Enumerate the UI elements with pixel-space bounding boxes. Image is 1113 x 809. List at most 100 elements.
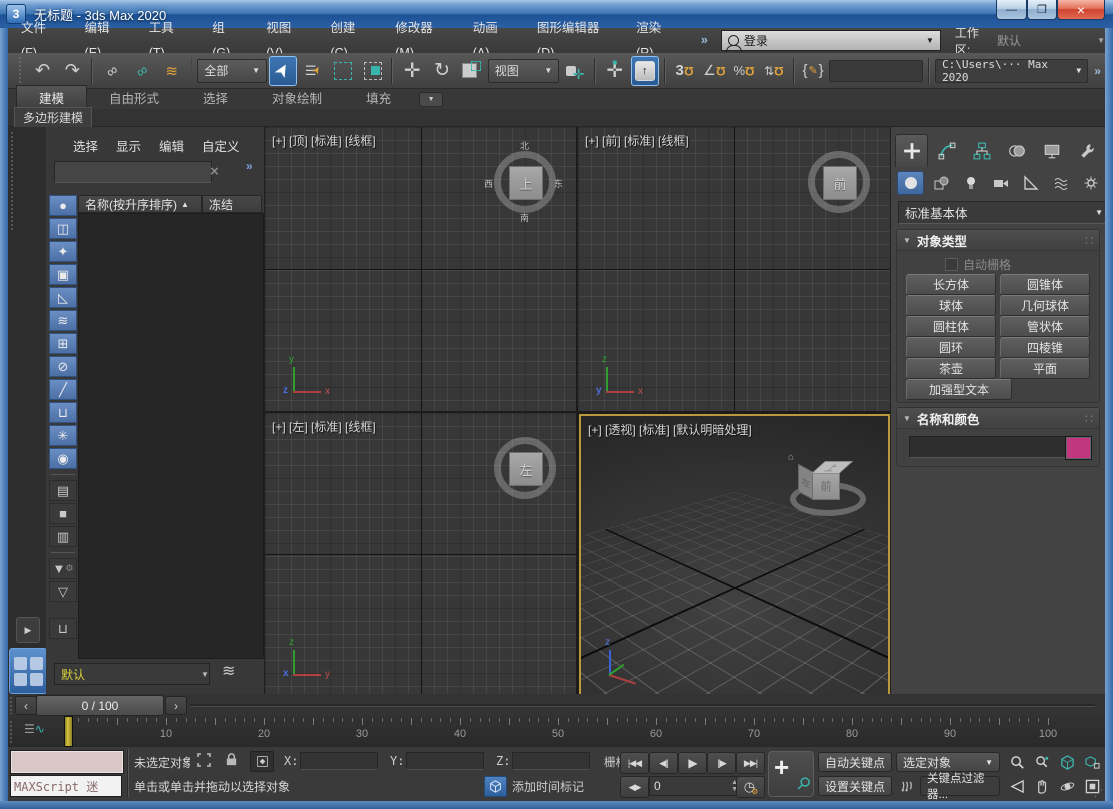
timebar-drag-handle[interactable] [9,696,14,714]
display-bones-icon[interactable]: ╱ [49,379,77,400]
toolbar-drag-handle[interactable] [18,56,23,86]
time-slider-track[interactable] [190,704,1095,707]
select-and-rotate-button[interactable]: ↻ [428,56,456,86]
autogrid-checkbox-row[interactable]: 自动栅格 [945,256,1011,273]
ribbon-tab-populate[interactable]: 填充 [344,86,413,109]
ribbon-tab-modeling[interactable]: 建模 [16,85,87,109]
track-bar[interactable]: ☰∿ 102030405060708090100 [8,716,1105,748]
plane-button[interactable]: 平面 [1000,358,1090,379]
viewport-perspective-active[interactable]: [+] [透视] [标准] [默认明暗处理] ⌂ 左 前 上 z [579,414,890,696]
geometry-icon[interactable] [897,171,924,195]
lights-icon[interactable] [957,171,984,195]
selection-lock-icon[interactable] [224,752,239,767]
viewcube-face[interactable]: 左 [509,452,543,486]
set-keys-button[interactable]: + ⚲ [768,751,814,797]
text-plus-button[interactable]: 加强型文本 [906,379,1012,400]
scene-object-list[interactable] [78,213,264,659]
maxscript-mini-listener[interactable] [10,750,124,774]
go-to-end-button[interactable]: ▶▶| [736,752,765,774]
tab-motion[interactable] [1000,134,1033,167]
tab-display[interactable] [1035,134,1068,167]
add-time-tag[interactable]: 添加时间标记 [484,776,584,797]
x-coordinate-field[interactable] [300,752,378,770]
time-slider-handle[interactable]: 0 / 100 [36,695,164,716]
tab-modify[interactable] [930,134,963,167]
time-slider-marker[interactable] [64,716,73,747]
cylinder-button[interactable]: 圆柱体 [906,316,996,337]
set-key-button[interactable]: 设置关键点 [818,776,892,796]
viewport-front[interactable]: [+] [前] [标准] [线框] 前 z x y [578,127,890,411]
y-coordinate-field[interactable] [406,752,484,770]
zoom-icon[interactable] [1006,752,1029,772]
maxscript-listener-label[interactable]: MAXScript 迷 [10,775,122,797]
sign-in-dropdown[interactable]: 登录 ▼ [721,30,941,51]
reference-coordinate-dropdown[interactable]: 视图▼ [488,59,559,83]
sphere-button[interactable]: 球体 [906,295,996,316]
next-frame-button[interactable]: ||▶ [707,752,736,774]
redo-button[interactable]: ↷ [58,56,86,86]
angle-snap-toggle[interactable]: ∠Ω [700,56,728,86]
name-color-rollout-header[interactable]: ▼ 名称和颜色 ∷ [897,408,1099,429]
tab-hierarchy[interactable] [965,134,998,167]
window-crossing-toggle[interactable] [359,56,387,86]
trackbar-ruler[interactable]: 102030405060708090100 [58,716,1098,747]
layers-icon[interactable]: ≋ [222,661,235,681]
unlink-selection-icon[interactable]: ∞ [122,50,162,91]
undo-button[interactable]: ↶ [29,56,57,86]
tab-utilities[interactable] [1070,134,1103,167]
field-of-view-icon[interactable] [1006,776,1029,796]
bind-to-space-warp-icon[interactable]: ≋ [158,56,186,86]
object-category-dropdown[interactable]: 标准基本体 ▼ [898,201,1110,224]
display-cameras-icon[interactable]: ▣ [49,264,77,285]
explorer-drag-handle[interactable] [10,131,15,231]
tab-create[interactable] [895,134,928,167]
explorer-preset-dropdown[interactable]: 默认 [54,663,210,685]
ribbon-minimize-dropdown[interactable]: ▼ [419,92,443,107]
object-type-rollout-header[interactable]: ▼ 对象类型 ∷ [897,230,1099,251]
maximize-button[interactable]: ❐ [1027,0,1057,20]
display-particles-icon[interactable]: ✳ [49,425,77,446]
object-color-swatch[interactable] [1065,436,1092,460]
tube-button[interactable]: 管状体 [1000,316,1090,337]
z-coordinate-field[interactable] [512,752,590,770]
key-mode-toggle[interactable]: ◀▶ [620,776,649,798]
close-button[interactable]: × [1057,0,1105,20]
preset-dropdown-arrow[interactable]: ▼ [198,663,212,685]
viewport-left[interactable]: [+] [左] [标准] [线框] 左 z y x [265,413,576,694]
viewport-perspective-label[interactable]: [+] [透视] [标准] [默认明暗处理] [588,421,752,438]
trackbar-drag-handle[interactable] [9,720,14,744]
column-header-frozen[interactable]: 冻结 [202,195,262,213]
flat-view-icon[interactable]: ■ [49,503,77,524]
zoom-extents-icon[interactable] [1056,752,1079,772]
display-helpers-icon[interactable]: ◺ [49,287,77,308]
explorer-menu-customize[interactable]: 自定义 [193,136,249,155]
display-space-warps-icon[interactable]: ≋ [49,310,77,331]
absolute-offset-mode-toggle[interactable] [250,751,274,772]
viewport-left-label[interactable]: [+] [左] [标准] [线框] [272,418,376,435]
current-frame-field[interactable]: 0 ▲▼ [649,776,743,796]
auto-key-button[interactable]: 自动关键点 [818,752,892,772]
viewport-top[interactable]: [+] [顶] [标准] [线框] 上 北 东 南 西 y x z [265,127,576,411]
viewport-front-label[interactable]: [+] [前] [标准] [线框] [585,132,689,149]
menu-overflow-chevron[interactable]: » [688,28,721,53]
selection-filter-dropdown[interactable]: 全部▼ [197,59,267,83]
previous-frame-arrow[interactable]: ‹ [15,696,37,715]
play-button[interactable]: ▶ [678,752,707,774]
edit-named-selection-sets-button[interactable]: {✎} [800,56,828,86]
select-and-scale-button[interactable] [458,56,486,86]
mini-curve-editor-icon[interactable]: ☰∿ [24,722,45,736]
explorer-expand-chevron[interactable]: » [246,159,253,173]
pyramid-button[interactable]: 四棱锥 [1000,337,1090,358]
teapot-button[interactable]: 茶壶 [906,358,996,379]
viewcube-face[interactable]: 前 [823,166,857,200]
object-name-input[interactable] [909,436,1067,458]
select-object-button[interactable]: ➤ [269,56,297,86]
select-and-manipulate-button[interactable]: ✛■ [601,56,629,86]
home-icon[interactable]: ⌂ [788,452,794,463]
viewcube-face[interactable]: 上 [509,166,543,200]
display-lights-icon[interactable]: ✦ [49,241,77,262]
detail-view-icon[interactable]: ▥ [49,526,77,547]
space-warps-icon[interactable] [1047,171,1074,195]
keyboard-shortcut-override-toggle[interactable]: ↑ [631,56,659,86]
viewcube-perspective[interactable]: ⌂ 左 前 上 [788,450,866,522]
